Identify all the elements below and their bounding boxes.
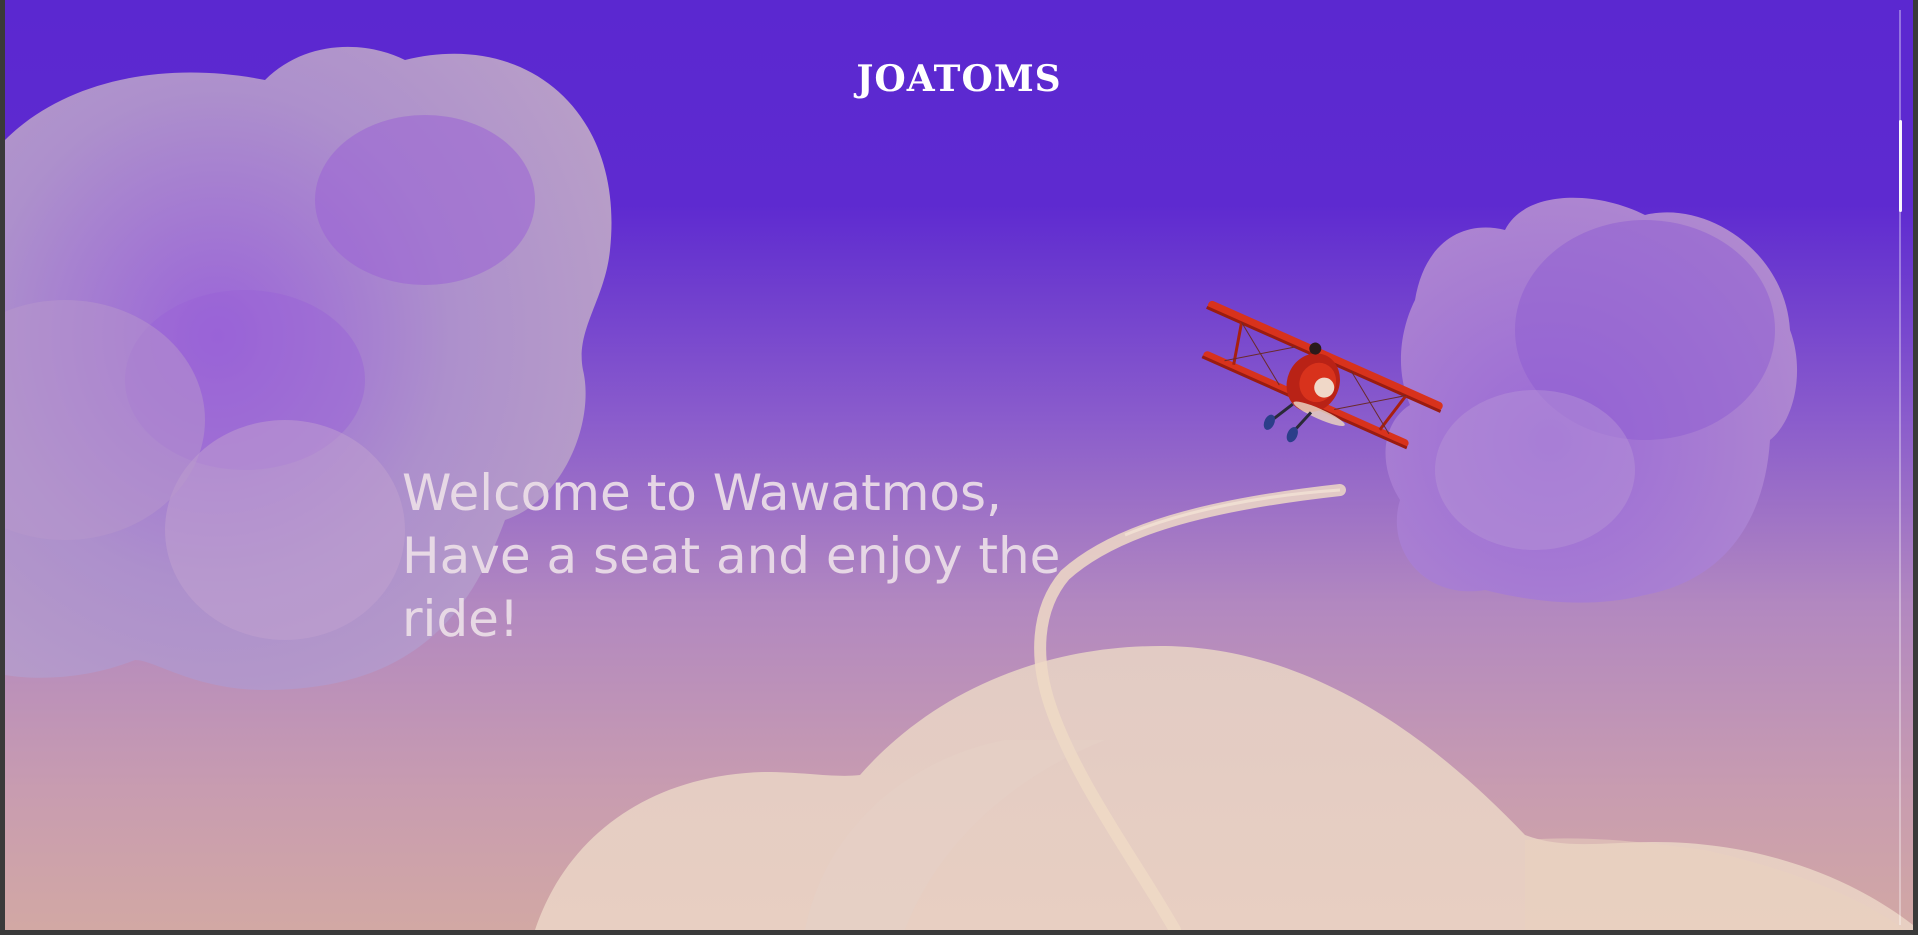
scrollbar-thumb[interactable]	[1899, 120, 1902, 212]
hero-line: Welcome to Wawatmos,	[402, 464, 1002, 522]
viewport: JOATOMS Welcome to Wawatmos, Have a seat…	[5, 0, 1913, 930]
site-logo[interactable]: JOATOMS	[5, 58, 1913, 100]
hero-line: ride!	[402, 590, 519, 648]
cloud-foreground	[535, 645, 1913, 930]
hero-line: Have a seat and enjoy the	[402, 527, 1061, 585]
hero-heading: Welcome to Wawatmos, Have a seat and enj…	[402, 462, 1102, 651]
cloud-right	[1385, 197, 1798, 603]
